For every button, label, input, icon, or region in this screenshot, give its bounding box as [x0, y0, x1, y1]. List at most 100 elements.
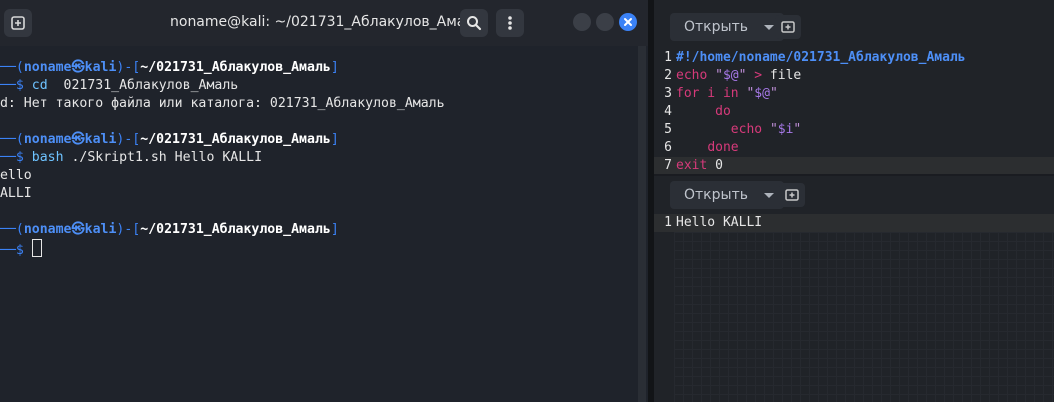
search-icon: [467, 16, 482, 31]
menu-button[interactable]: [496, 9, 524, 37]
command-args: ./Skript1.sh Hello KALLI: [63, 150, 263, 165]
chevron-down-icon: [763, 24, 774, 30]
code-editor[interactable]: 1 Hello KALLI: [654, 214, 1054, 232]
code-line: 1 Hello KALLI: [654, 214, 1054, 232]
code-token: echo: [676, 68, 716, 83]
new-document-button[interactable]: [779, 183, 805, 207]
code-text: echo "$i": [676, 121, 801, 139]
terminal-line: ──$ bash ./Skript1.sh Hello KALLI: [0, 149, 445, 167]
prompt-user-host: noname㉿kali: [23, 60, 117, 75]
terminal-line: ──(noname㉿kali)-[~/021731_Аблакулов_Амал…: [0, 221, 445, 239]
code-line: 3 for i in "$@": [654, 85, 1054, 103]
line-number: 1: [664, 215, 672, 230]
open-button-label: Открыть: [684, 19, 748, 35]
code-token: $@: [754, 86, 770, 101]
editor-header: Открыть: [654, 0, 1054, 46]
prompt-frame: )-[: [116, 60, 141, 75]
code-text: for i in "$@": [676, 85, 778, 103]
editor-background: [674, 232, 1054, 402]
open-button[interactable]: Открыть: [670, 13, 784, 41]
code-text: exit 0: [676, 157, 723, 174]
code-line: 4 do: [654, 103, 1054, 121]
terminal-window: noname@kali: ~/021731_Аблакулов_Амаль ──…: [0, 0, 648, 402]
close-icon: [624, 18, 632, 26]
prompt-symbol: ──$: [0, 150, 32, 165]
new-tab-button[interactable]: [4, 9, 32, 37]
code-token: #!/home/noname/021731_Аблакулов_Амаль: [676, 50, 966, 65]
output-text: KALLI: [0, 186, 32, 201]
code-text: Hello KALLI: [676, 214, 762, 232]
code-token: do: [676, 104, 731, 119]
code-line: 5 echo "$i": [654, 121, 1054, 139]
prompt-user-host: noname㉿kali: [23, 222, 117, 237]
line-number: 4: [664, 104, 672, 119]
terminal-line: Hello: [0, 167, 445, 185]
prompt-frame: ]: [330, 60, 339, 75]
code-text: echo "$@" > file: [676, 67, 801, 85]
terminal-line: ──(noname㉿kali)-[~/021731_Аблакулов_Амал…: [0, 131, 445, 149]
command-args: 021731_Аблакулов_Амаль: [47, 78, 239, 93]
prompt-path: ~/021731_Аблакулов_Амаль: [140, 222, 331, 237]
open-button[interactable]: Открыть: [670, 181, 784, 209]
terminal-output[interactable]: ──(noname㉿kali)-[~/021731_Аблакулов_Амал…: [0, 59, 445, 258]
code-editor[interactable]: 1 #!/home/noname/021731_Аблакулов_Амаль 2 e…: [654, 49, 1054, 174]
prompt-frame: )-[: [116, 132, 141, 147]
new-document-button[interactable]: [775, 15, 801, 39]
chevron-down-icon: [763, 192, 774, 198]
prompt-symbol: ──$: [0, 243, 32, 258]
code-token: ": [715, 68, 723, 83]
terminal-line: cd: Нет такого файла или каталога: 02173…: [0, 95, 445, 113]
terminal-scrollbar[interactable]: [638, 46, 646, 402]
code-line: 7 exit 0: [654, 157, 1054, 174]
text-cursor: [31, 239, 42, 257]
line-number: 2: [664, 68, 672, 83]
terminal-titlebar: noname@kali: ~/021731_Аблакулов_Амаль: [0, 0, 648, 46]
code-line: 2 echo "$@" > file: [654, 67, 1054, 85]
prompt-frame: ──(: [0, 222, 24, 237]
line-number: 1: [664, 50, 672, 65]
code-text: do: [676, 103, 731, 121]
prompt-path: ~/021731_Аблакулов_Амаль: [140, 132, 331, 147]
maximize-button[interactable]: [596, 13, 614, 31]
code-text: done: [676, 139, 739, 157]
minimize-button[interactable]: [573, 13, 591, 31]
prompt-frame: )-[: [116, 222, 141, 237]
line-number: 3: [664, 86, 672, 101]
code-token: exit: [676, 158, 716, 173]
line-number: 6: [664, 140, 672, 155]
close-button[interactable]: [619, 13, 637, 31]
prompt-frame: ──(: [0, 132, 24, 147]
prompt-user-host: noname㉿kali: [23, 132, 117, 147]
prompt-frame: ]: [330, 132, 339, 147]
prompt-frame: ]: [330, 222, 339, 237]
new-document-icon: [785, 189, 799, 201]
code-token: ": [769, 86, 778, 101]
terminal-line: ──$: [0, 239, 445, 258]
command-name: cd: [31, 78, 48, 93]
prompt-symbol: ──$: [0, 78, 32, 93]
code-token: file: [762, 68, 802, 83]
code-token: done: [707, 140, 739, 155]
command-name: bash: [31, 150, 64, 165]
line-number: 5: [664, 122, 672, 137]
prompt-path: ~/021731_Аблакулов_Амаль: [140, 60, 331, 75]
code-token: $i: [777, 122, 794, 137]
search-button[interactable]: [460, 9, 488, 37]
code-token: >: [754, 68, 763, 83]
code-token: ": [793, 122, 802, 137]
line-number: 7: [664, 158, 672, 173]
prompt-frame: ──(: [0, 60, 24, 75]
code-token: $@: [722, 68, 739, 83]
terminal-line: ──$ cd 021731_Аблакулов_Амаль: [0, 77, 445, 95]
output-text: Hello: [0, 168, 32, 183]
code-token: 0: [715, 158, 723, 173]
terminal-line: ──(noname㉿kali)-[~/021731_Аблакулов_Амал…: [0, 59, 445, 77]
code-text: #!/home/noname/021731_Аблакулов_Амаль: [676, 49, 966, 67]
code-token: Hello KALLI: [676, 215, 763, 230]
code-token: for i in: [676, 86, 747, 101]
terminal-line: KALLI: [0, 185, 445, 203]
